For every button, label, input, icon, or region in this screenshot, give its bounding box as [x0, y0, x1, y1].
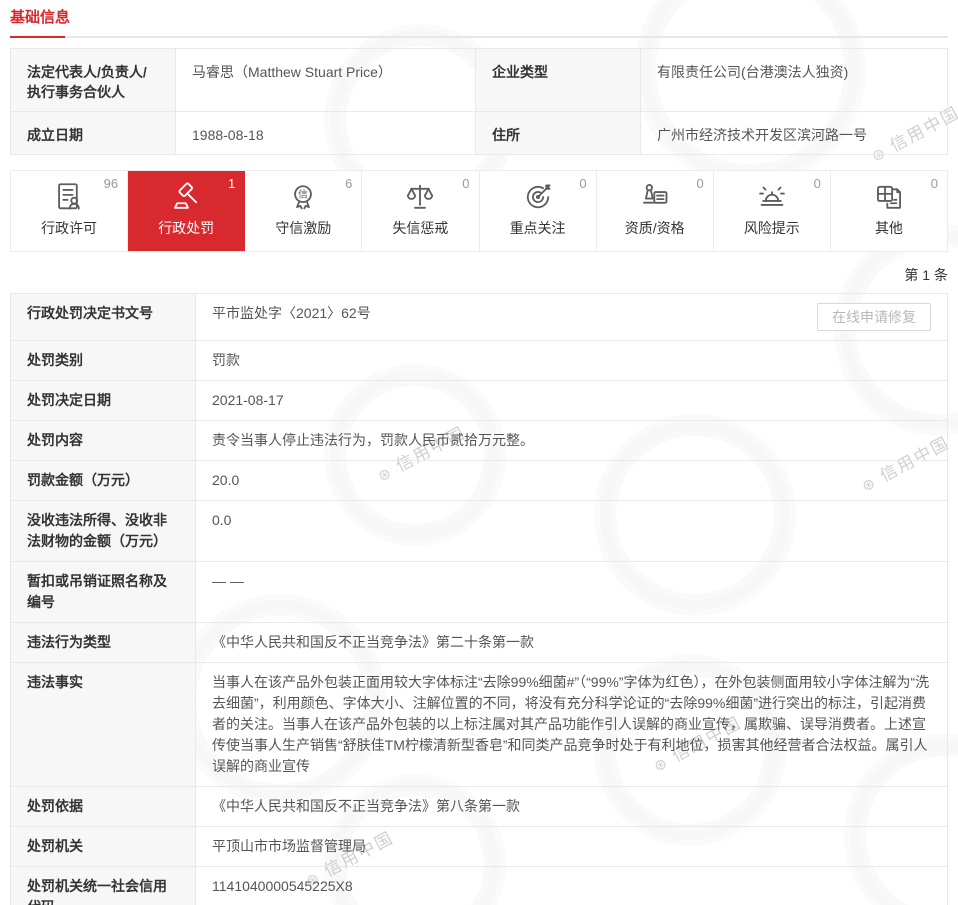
alarm-icon	[755, 180, 789, 214]
tab-qualifications[interactable]: 0 资质/资格	[597, 171, 714, 251]
table-row: 处罚决定日期 2021-08-17	[11, 381, 948, 421]
tab-label: 守信激励	[245, 218, 361, 238]
tab-key-attention[interactable]: 0 重点关注	[480, 171, 597, 251]
tab-administrative-license[interactable]: 96 行政许可	[10, 171, 128, 251]
table-row: 罚款金额（万元） 20.0	[11, 461, 948, 501]
table-row: 处罚机关统一社会信用代码 1141040000545225X8	[11, 867, 948, 905]
tab-label: 其他	[831, 218, 947, 238]
basic-info-table: 法定代表人/负责人/执行事务合伙人 马睿思（Matthew Stuart Pri…	[10, 48, 948, 155]
field-label-address: 住所	[476, 112, 641, 155]
tab-label: 风险提示	[714, 218, 830, 238]
field-value-decision-date: 2021-08-17	[196, 381, 948, 421]
tab-label: 失信惩戒	[362, 218, 478, 238]
table-row: 法定代表人/负责人/执行事务合伙人 马睿思（Matthew Stuart Pri…	[11, 49, 948, 112]
field-value-penalty-category: 罚款	[196, 341, 948, 381]
field-value-penalty-basis: 《中华人民共和国反不正当竞争法》第八条第一款	[196, 787, 948, 827]
field-value-violation-type: 《中华人民共和国反不正当竞争法》第二十条第一款	[196, 623, 948, 663]
online-repair-apply-button[interactable]: 在线申请修复	[817, 303, 931, 331]
tab-count-badge: 6	[345, 176, 352, 191]
target-icon	[521, 180, 555, 214]
field-value-penalty-authority: 平顶山市市场监督管理局	[196, 827, 948, 867]
grid-document-icon	[872, 180, 906, 214]
field-label-violation-facts: 违法事实	[11, 663, 196, 787]
field-label-decision-date: 处罚决定日期	[11, 381, 196, 421]
field-label-penalty-authority: 处罚机关	[11, 827, 196, 867]
field-label-confiscation-amount: 没收违法所得、没收非法财物的金额（万元）	[11, 501, 196, 562]
field-label-decision-doc-number: 行政处罚决定书文号	[11, 294, 196, 341]
field-value-penalty-content: 责令当事人停止违法行为，罚款人民币贰拾万元整。	[196, 421, 948, 461]
field-label-fine-amount: 罚款金额（万元）	[11, 461, 196, 501]
tab-count-badge: 0	[462, 176, 469, 191]
tab-count-badge: 96	[104, 176, 118, 191]
stamp-certificate-icon	[638, 180, 672, 214]
svg-text:信: 信	[298, 189, 308, 201]
field-label-penalty-basis: 处罚依据	[11, 787, 196, 827]
table-row: 违法行为类型 《中华人民共和国反不正当竞争法》第二十条第一款	[11, 623, 948, 663]
penalty-detail-table: 行政处罚决定书文号 平市监处字〈2021〉62号 在线申请修复 处罚类别 罚款 …	[10, 293, 948, 905]
field-value-license-revocation: — —	[196, 562, 948, 623]
table-row: 处罚依据 《中华人民共和国反不正当竞争法》第八条第一款	[11, 787, 948, 827]
field-label-legal-representative: 法定代表人/负责人/执行事务合伙人	[11, 49, 176, 112]
tab-administrative-penalty[interactable]: 1 行政处罚	[128, 171, 245, 251]
table-row: 暂扣或吊销证照名称及编号 — —	[11, 562, 948, 623]
scales-icon	[403, 180, 437, 214]
tab-label: 重点关注	[480, 218, 596, 238]
field-value-authority-credit-code: 1141040000545225X8	[196, 867, 948, 905]
field-value-fine-amount: 20.0	[196, 461, 948, 501]
field-value-confiscation-amount: 0.0	[196, 501, 948, 562]
credit-china-detail-page: ⊛ 信用中国 ⊛ 信用中国 ⊛ 信用中国 ⊛ 信用中国 ⊛ 信用中国 基础信息 …	[0, 0, 958, 905]
field-value-establish-date: 1988-08-18	[176, 112, 476, 155]
tab-count-badge: 0	[579, 176, 586, 191]
tab-risk-warning[interactable]: 0 风险提示	[714, 171, 831, 251]
table-row: 违法事实 当事人在该产品外包装正面用较大字体标注“去除99%细菌#”（“99%”…	[11, 663, 948, 787]
field-label-establish-date: 成立日期	[11, 112, 176, 155]
table-row: 处罚内容 责令当事人停止违法行为，罚款人民币贰拾万元整。	[11, 421, 948, 461]
field-label-penalty-category: 处罚类别	[11, 341, 196, 381]
trust-medal-icon: 信	[286, 180, 320, 214]
field-value-decision-doc-number: 平市监处字〈2021〉62号	[212, 303, 371, 324]
field-value-legal-representative: 马睿思（Matthew Stuart Price）	[176, 49, 476, 112]
field-value-violation-facts: 当事人在该产品外包装正面用较大字体标注“去除99%细菌#”（“99%”字体为红色…	[196, 663, 948, 787]
field-label-penalty-content: 处罚内容	[11, 421, 196, 461]
tab-label: 资质/资格	[597, 218, 713, 238]
record-index-label: 第 1 条	[10, 265, 948, 285]
table-row: 处罚机关 平顶山市市场监督管理局	[11, 827, 948, 867]
table-row: 处罚类别 罚款	[11, 341, 948, 381]
field-value-address: 广州市经济技术开发区滨河路一号	[641, 112, 948, 155]
field-label-violation-type: 违法行为类型	[11, 623, 196, 663]
table-row: 成立日期 1988-08-18 住所 广州市经济技术开发区滨河路一号	[11, 112, 948, 155]
section-header: 基础信息	[10, 0, 948, 38]
field-label-enterprise-type: 企业类型	[476, 49, 641, 112]
gavel-icon	[169, 180, 203, 214]
tab-count-badge: 1	[228, 176, 235, 191]
tab-label: 行政许可	[11, 218, 127, 238]
tab-trust-incentive[interactable]: 6 信 守信激励	[245, 171, 362, 251]
field-label-license-revocation: 暂扣或吊销证照名称及编号	[11, 562, 196, 623]
tab-dishonesty-punishment[interactable]: 0 失信惩戒	[362, 171, 479, 251]
tab-others[interactable]: 0 其他	[831, 171, 948, 251]
page-title: 基础信息	[10, 9, 70, 26]
tab-count-badge: 0	[697, 176, 704, 191]
tab-count-badge: 0	[814, 176, 821, 191]
license-doc-icon	[52, 180, 86, 214]
tab-label: 行政处罚	[128, 218, 244, 238]
table-row: 行政处罚决定书文号 平市监处字〈2021〉62号 在线申请修复	[11, 294, 948, 341]
field-label-authority-credit-code: 处罚机关统一社会信用代码	[11, 867, 196, 905]
category-tab-bar: 96 行政许可 1	[10, 170, 948, 252]
table-row: 没收违法所得、没收非法财物的金额（万元） 0.0	[11, 501, 948, 562]
section-divider	[10, 36, 948, 38]
tab-count-badge: 0	[931, 176, 938, 191]
field-value-enterprise-type: 有限责任公司(台港澳法人独资)	[641, 49, 948, 112]
